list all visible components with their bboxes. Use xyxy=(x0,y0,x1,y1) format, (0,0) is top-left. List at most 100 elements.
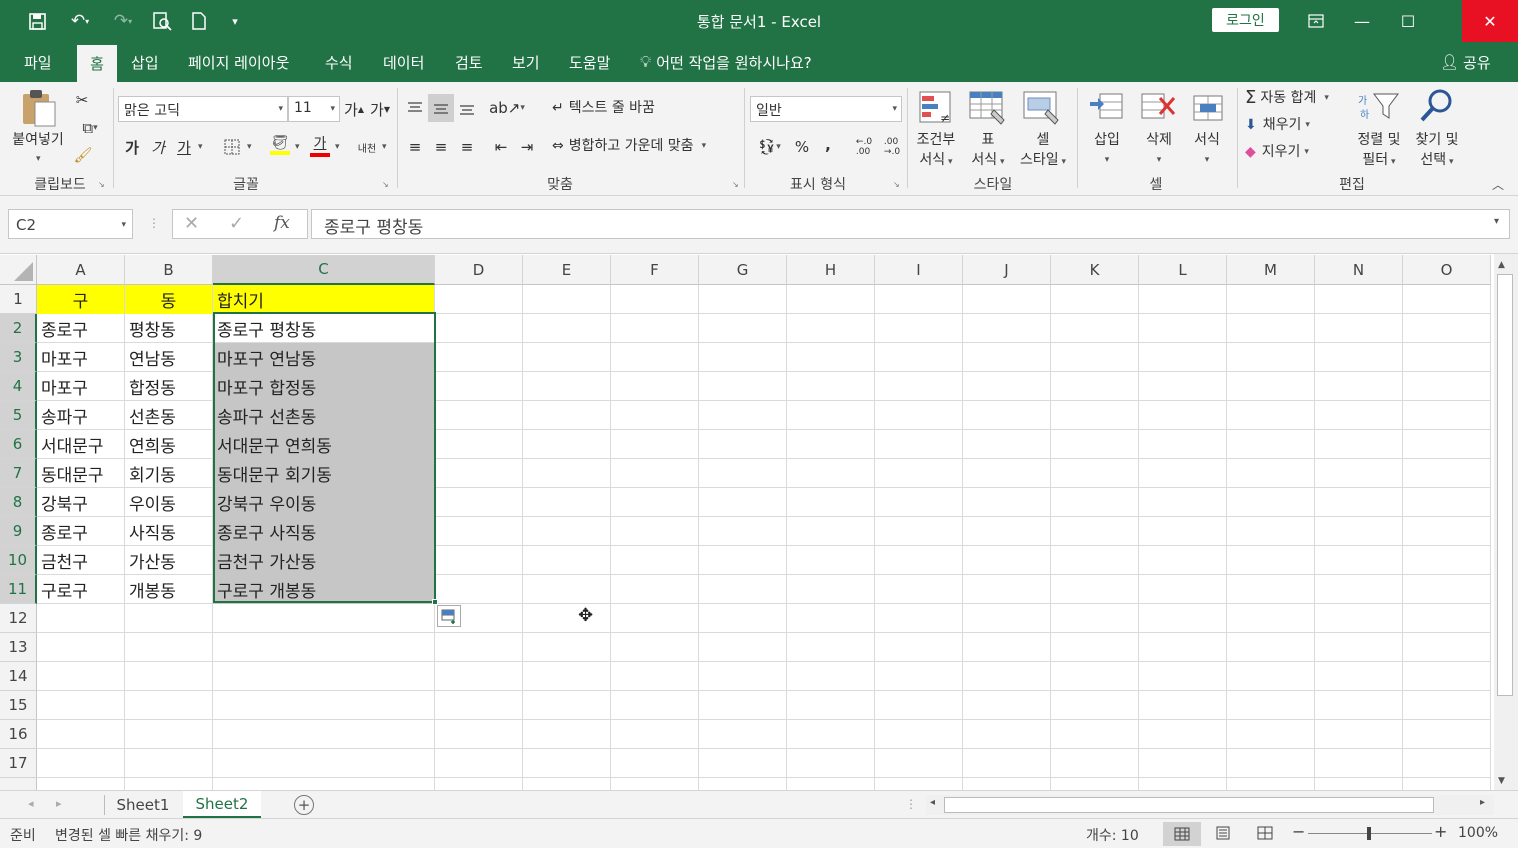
format-cells-button[interactable]: 서식 ▾ xyxy=(1186,130,1228,170)
row-header-10[interactable]: 10 xyxy=(0,546,37,575)
cell-styles-button[interactable]: 셀 스타일 ▾ xyxy=(1012,130,1074,172)
add-sheet-icon[interactable]: + xyxy=(294,795,314,815)
merge-center-button[interactable]: ⇔ 병합하고 가운데 맞춤 ▾ xyxy=(552,136,706,156)
font-launcher-icon[interactable]: ↘ xyxy=(382,180,389,189)
font-size-combo[interactable]: 11 ▾ xyxy=(288,96,340,122)
insert-cells-button[interactable]: 삽입 ▾ xyxy=(1086,130,1128,170)
cell-a5[interactable]: 송파구 xyxy=(37,401,124,430)
percent-style-button[interactable]: % xyxy=(792,136,812,158)
row-header-3[interactable]: 3 xyxy=(0,343,37,372)
scroll-right-icon[interactable]: ▸ xyxy=(1480,797,1485,808)
ribbon-display-options-icon[interactable] xyxy=(1293,0,1339,42)
tab-page-layout[interactable]: 페이지 레이아웃 xyxy=(188,42,289,82)
column-header-o[interactable]: O xyxy=(1403,255,1491,285)
align-left-icon[interactable]: ≡ xyxy=(404,136,426,158)
format-as-table-button[interactable]: 표 서식 ▾ xyxy=(962,130,1014,172)
increase-decimal-icon[interactable]: ←.0.00 xyxy=(852,136,876,158)
cell-b5[interactable]: 선촌동 xyxy=(125,401,212,430)
cell-a6[interactable]: 서대문구 xyxy=(37,430,124,459)
borders-dropdown-icon[interactable]: ▾ xyxy=(247,142,252,152)
zoom-out-icon[interactable]: − xyxy=(1292,822,1305,841)
select-all-button[interactable] xyxy=(0,255,37,285)
cell-b8[interactable]: 우이동 xyxy=(125,488,212,517)
insert-function-icon[interactable]: fx xyxy=(274,213,290,233)
cancel-icon[interactable]: ✕ xyxy=(184,213,199,234)
comma-style-button[interactable]: , xyxy=(818,134,838,156)
zoom-level[interactable]: 100% xyxy=(1458,825,1498,841)
column-header-d[interactable]: D xyxy=(435,255,523,285)
cell-a3[interactable]: 마포구 xyxy=(37,343,124,372)
clipboard-launcher-icon[interactable]: ↘ xyxy=(98,180,105,189)
delete-cells-button[interactable]: 삭제 ▾ xyxy=(1138,130,1180,170)
column-header-i[interactable]: I xyxy=(875,255,963,285)
italic-button[interactable]: 가 xyxy=(148,136,168,158)
spreadsheet-grid[interactable]: ABCDEFGHIJKLMNO 1 2 3 4 5 6 7 8 9 10 11 12 13 14 15 16 1… xyxy=(0,254,1518,790)
enter-icon[interactable]: ✓ xyxy=(229,213,244,234)
tab-data[interactable]: 데이터 xyxy=(383,42,424,82)
cell-c6[interactable]: 서대문구 연희동 xyxy=(213,430,434,459)
column-header-l[interactable]: L xyxy=(1139,255,1227,285)
cell-c7[interactable]: 동대문구 회기동 xyxy=(213,459,434,488)
cell-b7[interactable]: 회기동 xyxy=(125,459,212,488)
cell-c2[interactable]: 종로구 평창동 xyxy=(213,314,434,343)
scroll-up-icon[interactable]: ▲ xyxy=(1498,260,1505,270)
cell-b4[interactable]: 합정동 xyxy=(125,372,212,401)
scroll-thumb[interactable] xyxy=(1497,274,1513,696)
underline-dropdown-icon[interactable]: ▾ xyxy=(198,142,203,152)
page-break-view-icon[interactable] xyxy=(1257,826,1273,844)
formula-input[interactable]: 종로구 평창동 xyxy=(311,209,1510,239)
row-header-6[interactable]: 6 xyxy=(0,430,37,459)
shrink-font-icon[interactable]: 가 ▼ xyxy=(370,98,390,120)
column-header-g[interactable]: G xyxy=(699,255,787,285)
cell-b6[interactable]: 연희동 xyxy=(125,430,212,459)
cell-a9[interactable]: 종로구 xyxy=(37,517,124,546)
grow-font-icon[interactable]: 가 ▲ xyxy=(344,98,364,120)
tab-insert[interactable]: 삽입 xyxy=(131,42,159,82)
column-header-j[interactable]: J xyxy=(963,255,1051,285)
cell-c8[interactable]: 강북구 우이동 xyxy=(213,488,434,517)
prev-sheet-icon[interactable]: ◂ xyxy=(28,797,34,810)
cell-c3[interactable]: 마포구 연남동 xyxy=(213,343,434,372)
column-header-a[interactable]: A xyxy=(37,255,125,285)
row-header-9[interactable]: 9 xyxy=(0,517,37,546)
name-box[interactable]: C2 ▾ xyxy=(8,209,133,239)
cell-a7[interactable]: 동대문구 xyxy=(37,459,124,488)
cell-c9[interactable]: 종로구 사직동 xyxy=(213,517,434,546)
accounting-format-icon[interactable]: 💱︎ ▾ xyxy=(752,136,786,158)
close-icon[interactable]: ✕ xyxy=(1462,0,1518,42)
bold-button[interactable]: 가 xyxy=(122,136,142,158)
decrease-decimal-icon[interactable]: .00 →.0 xyxy=(880,136,904,158)
phonetic-dropdown-icon[interactable]: ▾ xyxy=(382,142,387,152)
row-header-1[interactable]: 1 xyxy=(0,285,37,314)
find-select-button[interactable]: 찾기 및 선택 ▾ xyxy=(1406,130,1468,172)
share-button[interactable]: 👤︎ 공유 xyxy=(1440,42,1491,82)
hscroll-thumb[interactable] xyxy=(944,797,1434,813)
row-header-14[interactable]: 14 xyxy=(0,662,37,691)
decrease-indent-icon[interactable]: ⇤ xyxy=(490,136,512,158)
page-layout-view-icon[interactable] xyxy=(1215,826,1231,844)
maximize-icon[interactable]: ☐ xyxy=(1385,0,1431,42)
cell-c11[interactable]: 구로구 개봉동 xyxy=(213,575,434,604)
conditional-formatting-button[interactable]: 조건부 서식 ▾ xyxy=(910,130,962,172)
cell-a8[interactable]: 강북구 xyxy=(37,488,124,517)
cell-c4[interactable]: 마포구 합정동 xyxy=(213,372,434,401)
row-header-15[interactable]: 15 xyxy=(0,691,37,720)
hscroll-grip-icon[interactable]: ⋮ xyxy=(905,797,917,811)
paste-button[interactable]: 붙여넣기 xyxy=(6,130,70,150)
tab-help[interactable]: 도움말 xyxy=(569,42,610,82)
column-header-c[interactable]: C xyxy=(213,255,435,285)
column-header-b[interactable]: B xyxy=(125,255,213,285)
zoom-slider-thumb[interactable] xyxy=(1367,827,1371,840)
number-format-combo[interactable]: 일반 ▾ xyxy=(750,96,902,122)
phonetic-guide-icon[interactable]: 내천 xyxy=(356,136,378,158)
font-color-icon[interactable]: 가 xyxy=(308,132,332,158)
collapse-ribbon-icon[interactable]: ︿ xyxy=(1492,176,1504,193)
vertical-scrollbar[interactable]: ▲ ▼ xyxy=(1494,254,1518,790)
flash-fill-options-icon[interactable] xyxy=(437,605,461,627)
scroll-down-icon[interactable]: ▼ xyxy=(1498,776,1505,786)
fill-color-icon[interactable]: 🪣︎ xyxy=(268,132,292,158)
number-launcher-icon[interactable]: ↘ xyxy=(893,180,900,189)
clipboard-paste-icon[interactable] xyxy=(20,88,58,128)
column-header-n[interactable]: N xyxy=(1315,255,1403,285)
column-header-k[interactable]: K xyxy=(1051,255,1139,285)
